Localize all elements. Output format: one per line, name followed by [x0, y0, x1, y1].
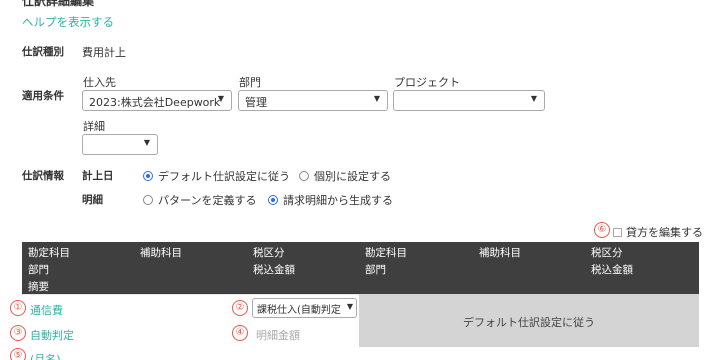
- chevron-down-icon: ▼: [217, 94, 224, 103]
- recording-date-option-label: デフォルト仕訳設定に従う: [158, 170, 290, 183]
- tax-category-value: 課税仕入(自動判定: [257, 305, 341, 316]
- line-items-option-label: パターンを定義する: [158, 194, 257, 207]
- header-credit-tax-category: 税区分: [591, 247, 623, 259]
- line-items-option-label: 請求明細から生成する: [283, 194, 393, 207]
- radio-unselected-icon: [143, 195, 153, 205]
- supplier-select[interactable]: 2023:株式会社Deepwork ▼: [82, 90, 232, 111]
- page-title: 仕訳詳細編集: [22, 0, 95, 8]
- edit-debit-label: 貸方を編集する: [626, 226, 703, 239]
- radio-selected-icon: [143, 171, 153, 181]
- amount-input[interactable]: 明細金額: [256, 327, 300, 343]
- detail-select[interactable]: ▼: [82, 134, 158, 155]
- header-credit-department: 部門: [365, 264, 386, 276]
- header-sub-account: 補助科目: [140, 247, 182, 259]
- project-label: プロジェクト: [394, 76, 460, 89]
- credit-default-text: デフォルト仕訳設定に従う: [463, 316, 595, 329]
- project-select[interactable]: ▼: [393, 90, 545, 111]
- recording-date-option-individual[interactable]: 個別に設定する: [299, 168, 391, 184]
- header-account: 勘定科目: [28, 247, 70, 259]
- row-top-border: [22, 294, 359, 295]
- marker-3: ③: [10, 325, 26, 341]
- department-select[interactable]: 管理 ▼: [238, 90, 388, 111]
- department-link[interactable]: 自動判定: [30, 327, 74, 343]
- conditions-label: 適用条件: [22, 90, 64, 102]
- detail-label: 詳細: [83, 120, 105, 133]
- chevron-down-icon: ▼: [143, 138, 150, 147]
- chevron-down-icon: ▼: [530, 94, 537, 103]
- header-summary: 摘要: [28, 281, 49, 293]
- journal-type-label: 仕訳種別: [22, 46, 64, 58]
- journal-info-label: 仕訳情報: [22, 170, 64, 182]
- supplier-label: 仕入先: [83, 76, 116, 89]
- journal-type-value: 費用計上: [82, 46, 126, 59]
- header-credit-amount: 税込金額: [591, 264, 633, 276]
- header-department: 部門: [28, 264, 49, 276]
- marker-6: ⑥: [594, 222, 610, 238]
- header-credit-sub-account: 補助科目: [479, 247, 521, 259]
- line-items-option-invoice[interactable]: 請求明細から生成する: [268, 192, 393, 208]
- edit-debit-toggle[interactable]: 貸方を編集する: [613, 224, 703, 240]
- line-items-option-pattern[interactable]: パターンを定義する: [143, 192, 256, 208]
- checkbox-icon: [613, 227, 622, 237]
- header-tax-category: 税区分: [253, 247, 285, 259]
- credit-default-panel: デフォルト仕訳設定に従う: [359, 294, 699, 347]
- header-credit-account: 勘定科目: [365, 247, 407, 259]
- header-amount: 税込金額: [253, 264, 295, 276]
- recording-date-option-label: 個別に設定する: [314, 170, 391, 183]
- chevron-down-icon: ▼: [344, 302, 353, 311]
- radio-selected-icon: [268, 195, 278, 205]
- recording-date-option-default[interactable]: デフォルト仕訳設定に従う: [143, 168, 290, 184]
- account-link[interactable]: 通信費: [30, 302, 63, 318]
- table-header: 勘定科目 部門 摘要 補助科目 税区分 税込金額 勘定科目 部門 補助科目 税区…: [22, 242, 699, 294]
- help-link[interactable]: ヘルプを表示する: [22, 14, 114, 30]
- radio-unselected-icon: [299, 171, 309, 181]
- supplier-value: 2023:株式会社Deepwork: [89, 96, 221, 109]
- marker-5: ⑤: [10, 348, 26, 360]
- line-items-label: 明細: [82, 194, 103, 206]
- marker-2: ②: [232, 300, 248, 316]
- marker-1: ①: [10, 300, 26, 316]
- marker-4: ④: [232, 325, 248, 341]
- tax-category-select[interactable]: 課税仕入(自動判定 ▼: [252, 298, 357, 318]
- recording-date-label: 計上日: [82, 170, 114, 182]
- chevron-down-icon: ▼: [373, 94, 380, 103]
- department-label: 部門: [239, 76, 261, 89]
- department-value: 管理: [245, 96, 267, 109]
- summary-link[interactable]: (月名): [30, 351, 61, 360]
